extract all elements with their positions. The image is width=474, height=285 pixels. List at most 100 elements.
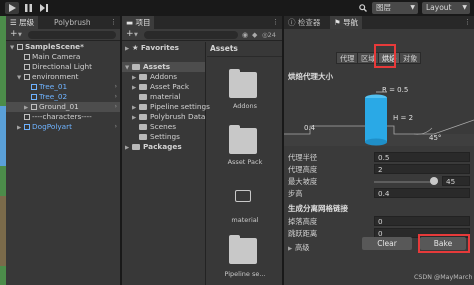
advanced-foldout[interactable]: ▶ 高级 [288,243,310,253]
hierarchy-item-directional-light[interactable]: Directional Light [6,62,120,72]
chevron-right-icon[interactable]: › [115,102,117,112]
folder-label: Pipeline settings [150,102,210,111]
folder-item-assets[interactable]: ▼ Assets [122,62,205,72]
asset-tile-label: Addons [232,102,258,110]
subtab-areas[interactable]: 区域 [357,52,380,64]
tab-polybrush[interactable]: Polybrush [50,16,95,29]
step-height-field[interactable]: 0.4 [374,188,470,198]
clear-button[interactable]: Clear [362,237,412,250]
expand-arrow-icon: ▶ [24,105,29,111]
hierarchy-panel: ☰ 层级 Polybrush ⋮ + ▼ ▼ SampleScene* Main … [6,16,120,285]
more-icon[interactable]: ⋮ [464,18,471,26]
info-icon: ⓘ [288,18,298,27]
chevron-right-icon[interactable]: › [115,82,117,92]
project-toolbar: + ▼ ◉ ◆ ◎24 [122,29,282,41]
tab-hierarchy[interactable]: ☰ 层级 [6,16,39,29]
folder-icon [132,64,140,70]
height-label: H = 2 [393,114,414,122]
add-button[interactable]: + [126,29,134,40]
agent-radius-value: 0.5 [378,153,390,162]
folder-icon [229,125,257,154]
scene-icon [17,44,23,50]
folder-icon [139,134,147,140]
folder-item-addons[interactable]: ▶ Addons [122,72,205,82]
hierarchy-item-dogpolyart[interactable]: ▶ DogPolyart › [6,122,120,132]
folder-item-asset-pack[interactable]: ▶ Asset Pack [122,82,205,92]
hierarchy-item-environment[interactable]: ▼ environment [6,72,120,82]
more-icon[interactable]: ⋮ [110,18,117,26]
folder-label: Addons [150,72,178,81]
tab-navigation[interactable]: ⚑ 导航 [330,16,363,29]
folder-icon [229,69,257,98]
folder-icon [139,84,147,90]
search-input[interactable] [28,31,116,39]
drop-height-value: 0 [378,217,383,226]
hierarchy-item-ground-01[interactable]: ▶ Ground_01 › [6,102,120,112]
folder-item-settings[interactable]: Settings [122,132,205,142]
max-slope-field[interactable]: 45 [442,176,470,186]
asset-tile-addons[interactable]: Addons [207,66,267,116]
asset-tile-pipeline-settings[interactable]: Pipeline se... [207,232,267,285]
agent-height-value: 2 [378,165,383,174]
max-slope-slider-track[interactable] [374,181,438,183]
hierarchy-item-samplescene[interactable]: ▼ SampleScene* [6,42,120,52]
max-slope-slider-thumb[interactable] [430,177,438,185]
hierarchy-item-label: Main Camera [32,52,81,61]
agent-radius-field[interactable]: 0.5 [374,152,470,162]
layout-dropdown[interactable]: Layout ▼ [422,2,470,14]
layers-dropdown[interactable]: 图层 ▼ [372,2,418,14]
hierarchy-item-tree-02[interactable]: Tree_02 › [6,92,120,102]
search-button[interactable] [356,2,369,14]
bake-button[interactable]: Bake [420,237,466,250]
tab-inspector[interactable]: ⓘ 检查器 [284,16,324,29]
step-height-label: 0.4 [304,124,316,132]
folder-item-material[interactable]: material [122,92,205,102]
subtab-object[interactable]: 对象 [399,52,422,64]
folder-item-packages[interactable]: ▶ Packages [122,142,205,152]
play-button[interactable] [5,2,19,14]
drop-height-field[interactable]: 0 [374,216,470,226]
chevron-right-icon[interactable]: › [115,122,117,132]
subtab-bake[interactable]: 烘焙 [378,52,401,64]
folder-item-scenes[interactable]: Scenes [122,122,205,132]
tab-project[interactable]: ▬ 项目 [122,16,155,29]
folder-item-polybrush-data[interactable]: ▶ Polybrush Data [122,112,205,122]
hierarchy-item-tree-01[interactable]: Tree_01 › [6,82,120,92]
watermark: CSDN @MayMarch [414,274,473,281]
hierarchy-item-characters-divider[interactable]: ----characters---- [6,112,120,122]
favorites-item[interactable]: ▶ ★ Favorites [122,43,205,53]
empty-folder-icon [235,190,251,202]
chevron-right-icon[interactable]: › [115,92,117,102]
asset-tile-material[interactable]: material [207,180,267,230]
subtab-agents[interactable]: 代理 [336,52,359,64]
hierarchy-tab-bar: ☰ 层级 Polybrush ⋮ [6,16,120,29]
hierarchy-item-main-camera[interactable]: Main Camera [6,52,120,62]
search-input[interactable] [144,31,238,39]
filter-icon[interactable]: ◉ [242,29,248,41]
chevron-down-icon: ▼ [18,32,22,38]
pause-button[interactable] [21,2,35,14]
agent-diagram-svg [284,91,474,146]
asset-tile-asset-pack[interactable]: Asset Pack [207,122,267,172]
more-icon[interactable]: ⋮ [272,18,279,26]
agent-height-field[interactable]: 2 [374,164,470,174]
step-button[interactable] [37,2,51,14]
hierarchy-tree: ▼ SampleScene* Main Camera Directional Li… [6,42,120,132]
hierarchy-item-label: SampleScene* [25,42,84,51]
folder-icon [132,144,140,150]
expand-arrow-icon: ▶ [17,125,22,131]
folder-label: Scenes [150,122,177,131]
folder-label: material [150,92,181,101]
project-tab-bar: ▬ 项目 ⋮ [122,16,282,29]
top-toolbar: 图层 ▼ Layout ▼ [0,0,474,16]
add-button[interactable]: + [10,29,18,40]
asset-tile-label: Asset Pack [227,158,263,166]
gameobject-icon [24,64,30,70]
folder-item-pipeline-settings[interactable]: ▶ Pipeline settings [122,102,210,112]
radius-label: R = 0.5 [382,86,409,94]
project-folder-tree: ▶ ★ Favorites ▼ Assets ▶ Addons ▶ Asset Pack… [122,42,210,285]
pause-icon [24,4,32,12]
chevron-down-icon: ▼ [410,4,415,11]
label-icon[interactable]: ◆ [252,29,257,41]
tab-navigation-label: 导航 [343,18,359,27]
